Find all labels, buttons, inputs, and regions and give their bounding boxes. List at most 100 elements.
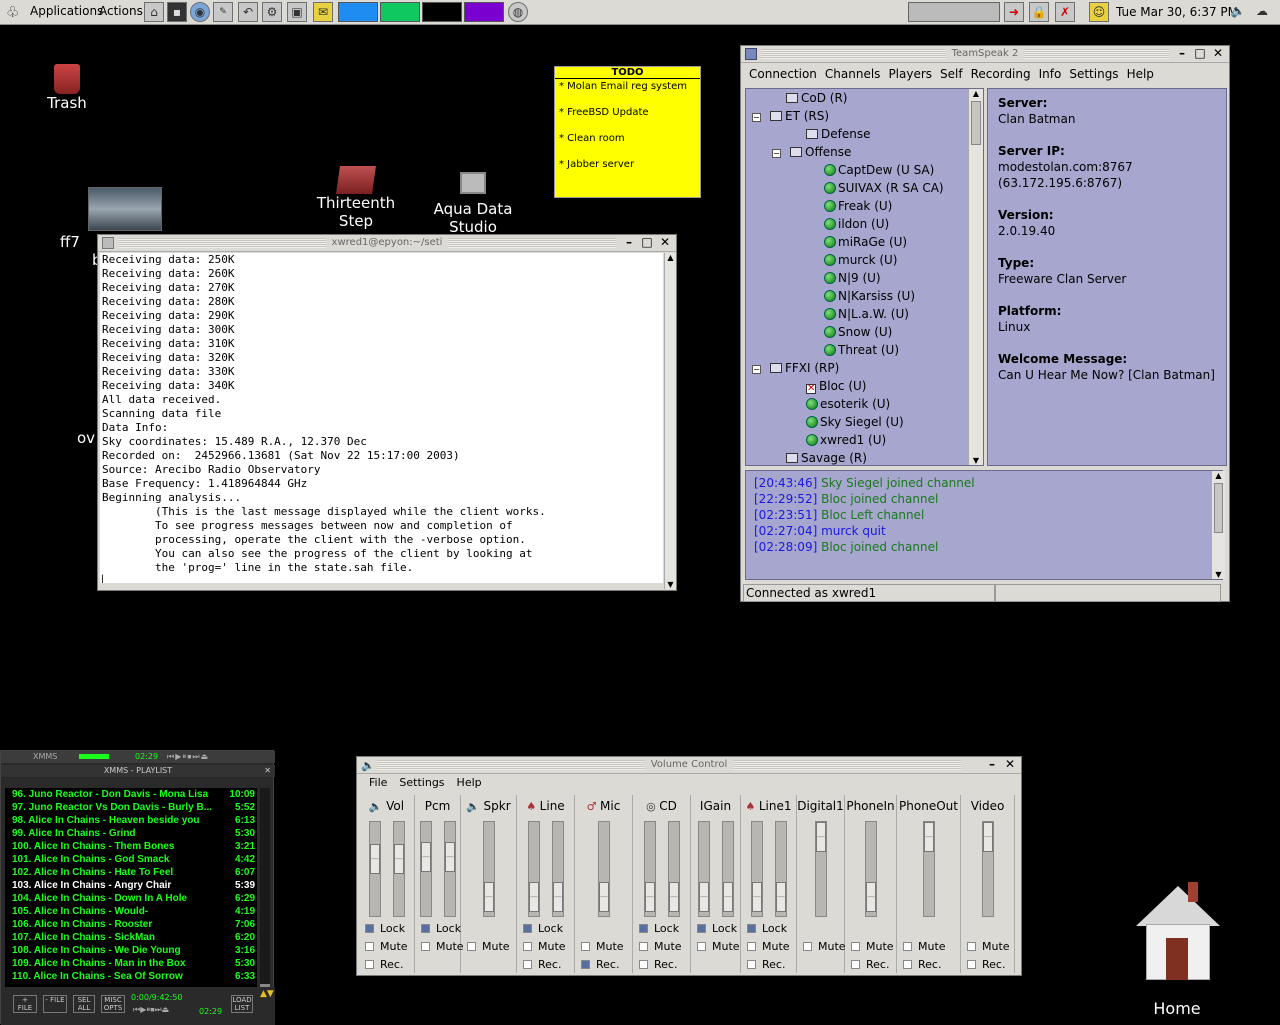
playlist-item[interactable]: 110. Alice In Chains - Sea Of Sorrow 6:33 — [5, 970, 257, 983]
collapse-toggle-icon[interactable]: − — [752, 113, 761, 122]
window-menu-icon[interactable] — [102, 237, 114, 249]
menu-connection[interactable]: Connection — [749, 67, 817, 81]
slider-knob[interactable]: — — [924, 822, 934, 852]
mute-checkbox[interactable]: Mute — [967, 940, 1010, 953]
network-icon[interactable]: ◍ — [508, 2, 528, 22]
tree-channel[interactable]: CoD (R) — [746, 89, 983, 107]
volume-titlebar[interactable]: 🔈 Volume Control – ✕ — [357, 757, 1021, 774]
checkbox-icon[interactable] — [851, 942, 860, 951]
checkbox-icon[interactable] — [639, 960, 648, 969]
scroll-up-icon[interactable]: ▲ — [665, 253, 676, 262]
playlist-item[interactable]: 96. Juno Reactor - Don Davis - Mona Lisa… — [5, 788, 257, 801]
workspace-2[interactable] — [380, 2, 420, 22]
slider-knob[interactable]: — — [394, 844, 404, 874]
tree-player[interactable]: SUIVAX (R SA CA) — [746, 179, 983, 197]
menu-channels[interactable]: Channels — [825, 67, 881, 81]
playlist-item[interactable]: 101. Alice In Chains - God Smack 4:42 — [5, 853, 257, 866]
slider-knob[interactable]: — — [983, 822, 993, 852]
playlist-item[interactable]: 104. Alice In Chains - Down In A Hole 6:2… — [5, 892, 257, 905]
tree-player[interactable]: xwred1 (U) — [746, 431, 983, 449]
tree-player[interactable]: Snow (U) — [746, 323, 983, 341]
browser-launcher-icon[interactable]: ◉ — [190, 2, 210, 22]
tree-channel[interactable]: Savage (R) — [746, 449, 983, 465]
menu-self[interactable]: Self — [940, 67, 963, 81]
slider-knob[interactable]: — — [599, 882, 609, 912]
tree-player[interactable]: N|Karsiss (U) — [746, 287, 983, 305]
mute-checkbox[interactable]: Mute — [467, 940, 510, 953]
lock-checkbox[interactable]: Lock — [523, 922, 563, 935]
maximize-button[interactable]: □ — [1193, 47, 1207, 61]
select-all-button[interactable]: SEL ALL — [73, 995, 95, 1013]
xmms-playlist-titlebar[interactable]: XMMS - PLAYLIST ✕ — [1, 765, 275, 777]
teamspeak-logo-icon[interactable] — [745, 48, 757, 60]
tree-player[interactable]: Sky Siegel (U) — [746, 413, 983, 431]
lock-icon[interactable]: 🔒 — [1029, 2, 1049, 22]
checkbox-icon[interactable] — [967, 942, 976, 951]
volume-slider[interactable]: — — [698, 821, 710, 917]
scroll-down-icon[interactable]: ▼ — [665, 580, 676, 589]
volume-slider[interactable]: — — [923, 821, 935, 917]
playlist-item[interactable]: 105. Alice In Chains - Would- 4:19 — [5, 905, 257, 918]
actions-menu[interactable]: Actions — [99, 4, 143, 18]
settings-launcher-icon[interactable]: ⚙ — [262, 2, 282, 22]
tree-channel[interactable]: − Offense — [746, 143, 983, 161]
volume-slider[interactable]: — — [644, 821, 656, 917]
tree-channel[interactable]: Defense — [746, 125, 983, 143]
slider-knob[interactable]: — — [421, 842, 431, 872]
add-file-button[interactable]: + FILE — [13, 995, 37, 1013]
slider-knob[interactable]: — — [816, 822, 826, 852]
slider-knob[interactable]: — — [370, 844, 380, 874]
playlist-mini-controls[interactable]: ⏮▶⏸⏹⏭⏏ — [133, 1005, 169, 1015]
volume-applet-icon[interactable]: 🔈 — [1228, 2, 1248, 22]
undo-launcher-icon[interactable]: ↶ — [238, 2, 258, 22]
playlist-item[interactable]: 97. Juno Reactor Vs Don Davis - Burly B.… — [5, 801, 257, 814]
misc-opts-button[interactable]: MISC OPTS — [101, 995, 125, 1013]
lock-checkbox[interactable]: Lock — [697, 922, 737, 935]
volume-control-window[interactable]: 🔈 Volume Control – ✕ File Settings Help 🔈 … — [356, 756, 1022, 976]
rec-checkbox[interactable]: Rec. — [581, 958, 619, 971]
volume-slider[interactable]: — — [393, 821, 405, 917]
collapse-toggle-icon[interactable]: − — [772, 149, 781, 158]
editor-launcher-icon[interactable]: ✎ — [213, 2, 233, 22]
checkbox-icon[interactable] — [747, 942, 756, 951]
rec-checkbox[interactable]: Rec. — [523, 958, 561, 971]
slider-knob[interactable]: — — [669, 882, 679, 912]
menu-settings[interactable]: Settings — [399, 776, 444, 789]
menu-players[interactable]: Players — [888, 67, 932, 81]
checkbox-icon[interactable] — [581, 942, 590, 951]
slider-knob[interactable]: — — [553, 882, 563, 912]
menu-help[interactable]: Help — [1127, 67, 1154, 81]
xmms-mini-controls[interactable]: ⏮▶⏸⏹⏭⏏ — [167, 751, 209, 763]
mute-checkbox[interactable]: Mute — [581, 940, 624, 953]
minimize-button[interactable]: – — [622, 236, 636, 250]
mute-checkbox[interactable]: Mute — [803, 940, 846, 953]
playlist[interactable]: 96. Juno Reactor - Don Davis - Mona Lisa… — [5, 788, 257, 1018]
aqua-data-studio-desktop-icon[interactable]: Aqua Data Studio — [418, 172, 528, 236]
tree-player[interactable]: Threat (U) — [746, 341, 983, 359]
mute-checkbox[interactable]: Mute — [903, 940, 946, 953]
speaker-icon[interactable]: 🔈 — [361, 758, 375, 774]
checkbox-icon[interactable] — [523, 942, 532, 951]
scroll-down-icon[interactable]: ▼ — [1212, 570, 1225, 579]
volume-slider[interactable]: — — [982, 821, 994, 917]
volume-slider[interactable]: — — [722, 821, 734, 917]
rec-checkbox[interactable]: Rec. — [747, 958, 785, 971]
checkbox-icon[interactable] — [747, 960, 756, 969]
tree-player[interactable]: N|L.a.W. (U) — [746, 305, 983, 323]
volume-slider[interactable]: — — [668, 821, 680, 917]
trash-desktop-icon[interactable]: Trash — [12, 64, 122, 112]
window-list-applet[interactable] — [908, 2, 1000, 22]
terminal-launcher-icon[interactable]: ▪ — [167, 2, 187, 22]
thirteenth-step-desktop-icon[interactable]: Thirteenth Step — [301, 166, 411, 230]
terminal-output[interactable]: Receiving data: 250K Receiving data: 260K… — [100, 253, 663, 583]
mute-checkbox[interactable]: Mute — [365, 940, 408, 953]
playlist-item[interactable]: 98. Alice In Chains - Heaven beside you 6… — [5, 814, 257, 827]
rec-checkbox[interactable]: Rec. — [639, 958, 677, 971]
volume-slider[interactable]: — — [598, 821, 610, 917]
user-icon[interactable]: ☺ — [1089, 2, 1109, 22]
mail-icon[interactable]: ✗ — [1055, 2, 1075, 22]
minimize-button[interactable]: – — [985, 758, 999, 772]
tree-player[interactable]: esoterik (U) — [746, 395, 983, 413]
playlist-item[interactable]: 109. Alice In Chains - Man in the Box 5:3… — [5, 957, 257, 970]
playlist-item[interactable]: 99. Alice In Chains - Grind 5:30 — [5, 827, 257, 840]
